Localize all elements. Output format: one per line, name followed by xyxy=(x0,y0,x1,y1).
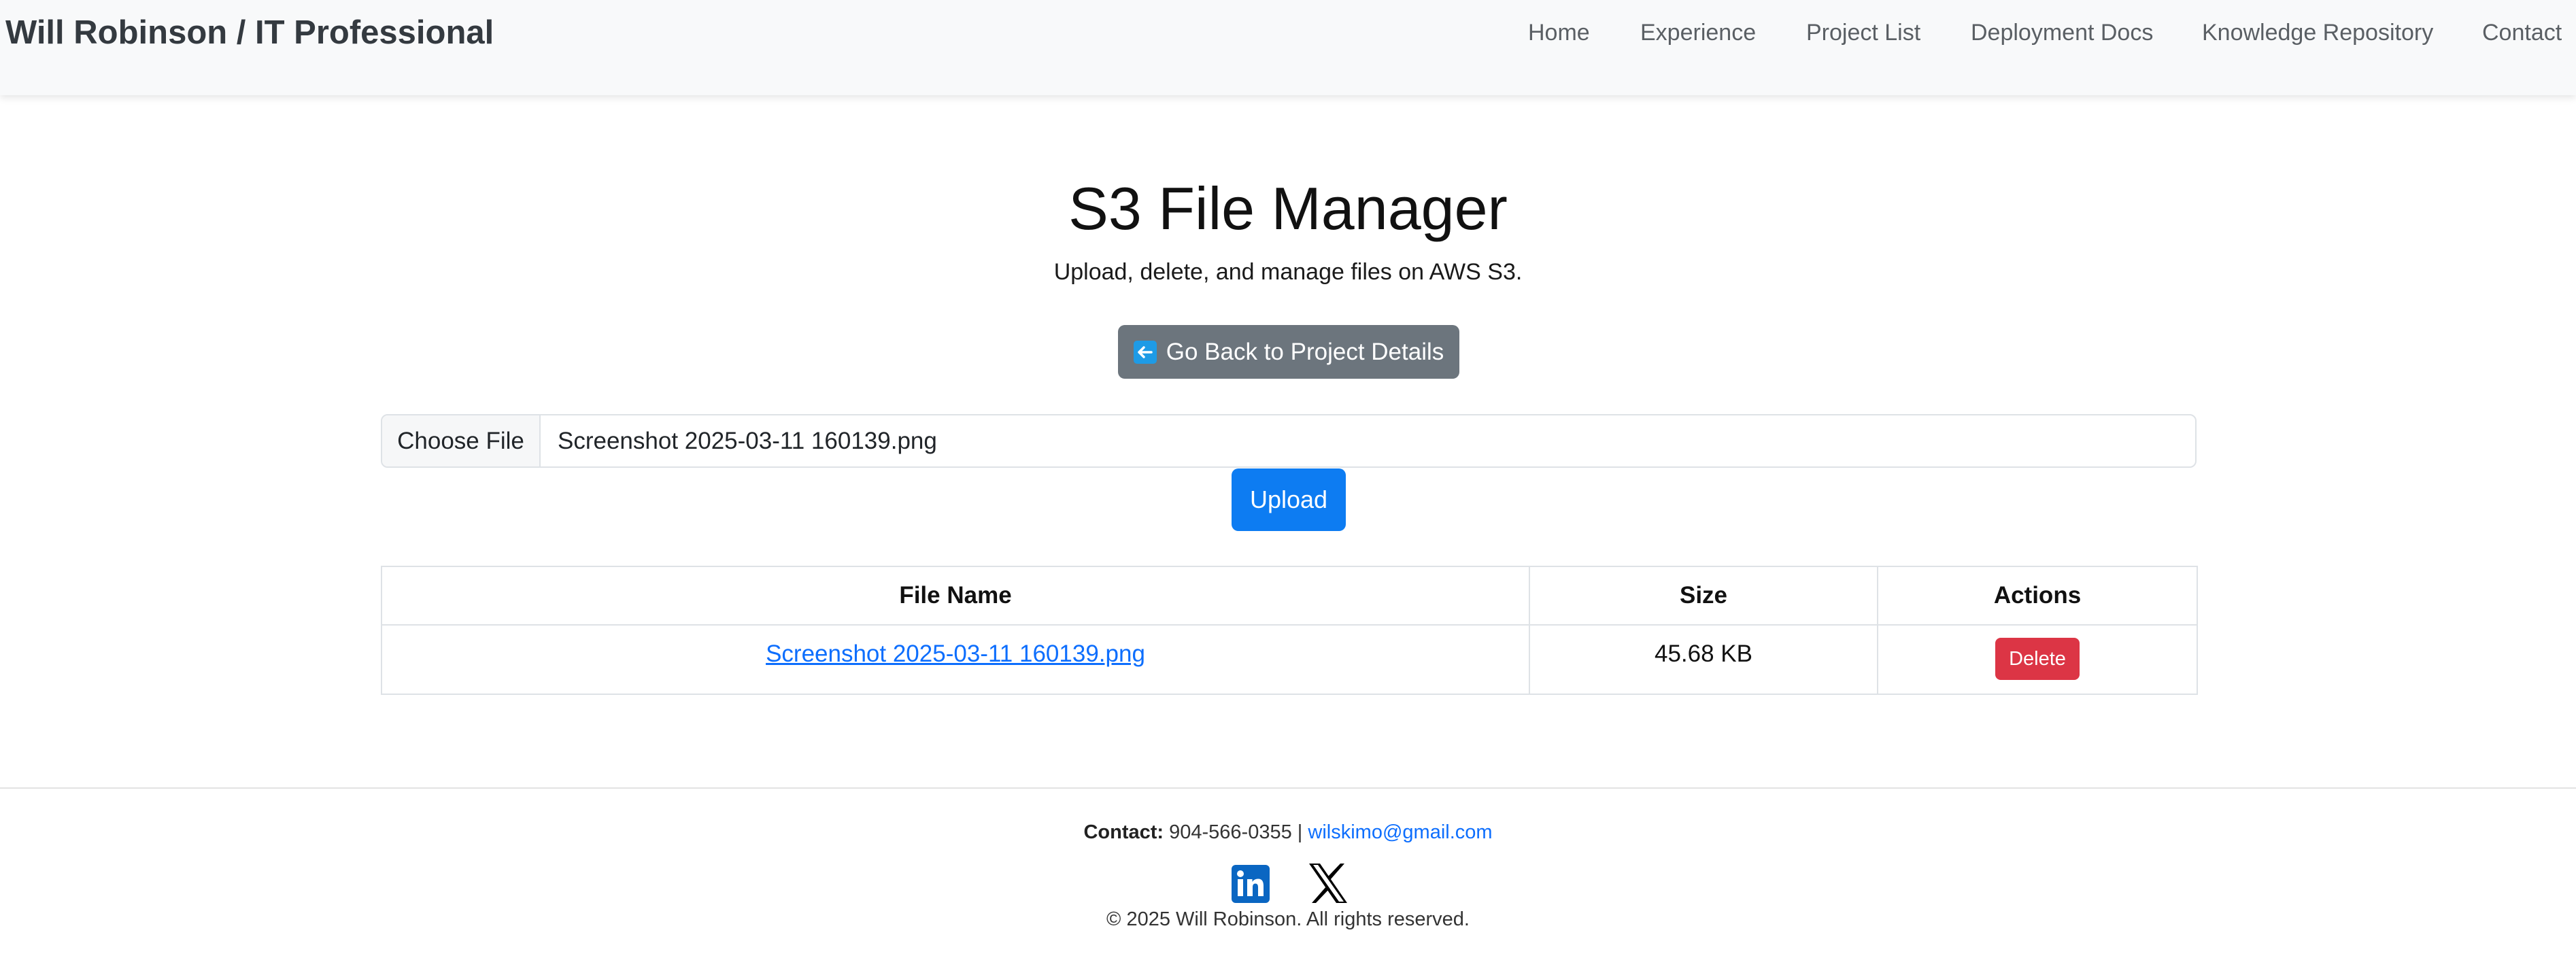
nav-contact[interactable]: Contact xyxy=(2482,18,2562,48)
table-header-row: File Name Size Actions xyxy=(381,566,2198,626)
selected-file-name: Screenshot 2025-03-11 160139.png xyxy=(558,427,937,454)
file-name-cell: Screenshot 2025-03-11 160139.png xyxy=(381,624,1530,695)
nav-knowledge-repository[interactable]: Knowledge Repository xyxy=(2202,18,2433,48)
back-button-label: Go Back to Project Details xyxy=(1166,338,1444,365)
actions-cell: Delete xyxy=(1877,624,2198,695)
page-subtitle: Upload, delete, and manage files on AWS … xyxy=(1053,259,1523,285)
contact-email-link[interactable]: wilskimo@gmail.com xyxy=(1308,821,1492,843)
column-header-actions: Actions xyxy=(1877,566,2198,626)
linkedin-icon[interactable] xyxy=(1232,865,1270,903)
x-icon[interactable] xyxy=(1308,862,1349,904)
file-link[interactable]: Screenshot 2025-03-11 160139.png xyxy=(766,641,1145,667)
upload-button[interactable]: Upload xyxy=(1232,468,1346,531)
column-header-size: Size xyxy=(1529,566,1878,626)
social-links xyxy=(1232,862,1347,904)
navbar: Will Robinson / IT Professional Home Exp… xyxy=(0,0,2576,95)
file-input[interactable]: Choose File Screenshot 2025-03-11 160139… xyxy=(381,414,2197,468)
column-header-file-name: File Name xyxy=(381,566,1530,626)
nav-deployment-docs[interactable]: Deployment Docs xyxy=(1971,18,2153,48)
brand-title[interactable]: Will Robinson / IT Professional xyxy=(5,12,494,53)
copyright: © 2025 Will Robinson. All rights reserve… xyxy=(1106,908,1470,930)
contact-separator: | xyxy=(1297,821,1303,843)
contact-label: Contact: xyxy=(1083,821,1164,843)
choose-file-button[interactable]: Choose File xyxy=(382,415,541,466)
footer-contact: Contact: 904-566-0355 | wilskimo@gmail.c… xyxy=(0,819,2576,846)
page-title: S3 File Manager xyxy=(1068,175,1508,242)
table-row: Screenshot 2025-03-11 160139.png 45.68 K… xyxy=(381,624,2198,695)
nav-experience[interactable]: Experience xyxy=(1640,18,1756,48)
back-to-project-button[interactable]: Go Back to Project Details xyxy=(1118,325,1459,379)
file-size-cell: 45.68 KB xyxy=(1529,624,1878,695)
delete-button[interactable]: Delete xyxy=(1995,638,2080,680)
left-arrow-icon xyxy=(1133,340,1157,364)
nav-home[interactable]: Home xyxy=(1528,18,1590,48)
footer-divider xyxy=(0,787,2576,789)
nav-project-list[interactable]: Project List xyxy=(1806,18,1920,48)
contact-phone: 904-566-0355 xyxy=(1169,821,1292,843)
files-table: File Name Size Actions Screenshot 2025-0… xyxy=(381,566,2198,695)
